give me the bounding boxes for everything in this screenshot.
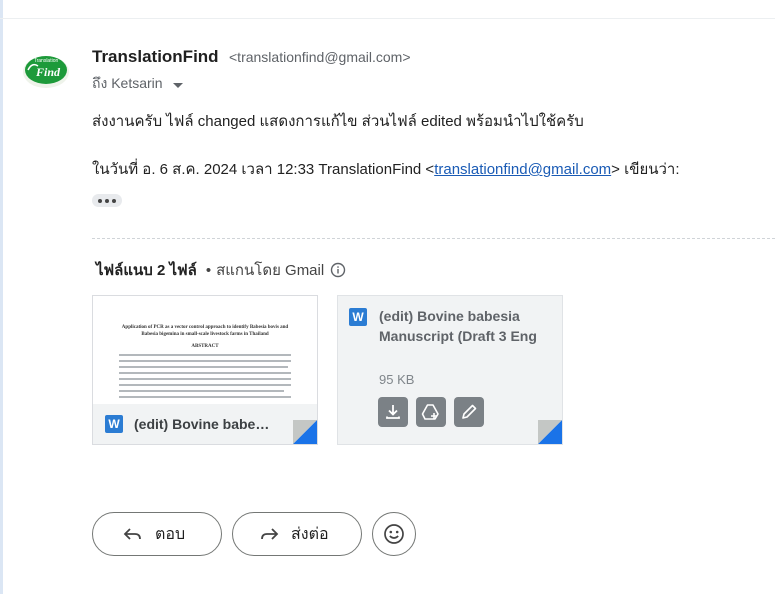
page-fold-icon: [538, 420, 562, 444]
preview-text-lines: [119, 354, 291, 402]
quote-email-link[interactable]: translationfind@gmail.com: [434, 161, 611, 178]
dot-icon: [98, 198, 102, 203]
dot-icon: [105, 198, 109, 203]
attachment-card-hovered[interactable]: W (edit) Bovine babesia Manuscript (Draf…: [337, 295, 563, 445]
recipient-label: ถึง Ketsarin: [92, 75, 163, 91]
show-trimmed-content-button[interactable]: [92, 194, 122, 207]
info-icon[interactable]: [330, 262, 346, 278]
word-file-icon: W: [105, 415, 123, 433]
attachments-divider: [92, 238, 775, 239]
smiley-icon: [384, 524, 404, 544]
download-icon: [386, 405, 400, 419]
drive-add-icon: [421, 404, 439, 420]
edit-button[interactable]: [454, 397, 484, 427]
word-file-icon: W: [349, 308, 367, 326]
reply-button[interactable]: ตอบ: [92, 512, 222, 556]
quote-prefix: ในวันที่ อ. 6 ส.ค. 2024 เวลา 12:33 Trans…: [92, 161, 435, 178]
left-edge: [0, 0, 3, 594]
attachments-count: ไฟล์แนบ 2 ไฟล์: [96, 262, 197, 279]
add-to-drive-button[interactable]: [416, 397, 446, 427]
pencil-icon: [462, 404, 477, 419]
caret-down-icon: [172, 82, 183, 88]
reply-icon: [123, 528, 141, 540]
avatar-text-top: Translation: [34, 58, 59, 64]
attachment-name: (edit) Bovine babesia Manuscript (Draft …: [379, 308, 537, 344]
attachment-footer: W (edit) Bovine babesia Manuscript (Draf…: [93, 404, 317, 444]
recipient-details-toggle[interactable]: ถึง Ketsarin: [92, 73, 183, 95]
reply-label: ตอบ: [155, 525, 186, 543]
quote-suffix: > เขียนว่า:: [611, 161, 680, 178]
preview-heading: ABSTRACT: [191, 344, 219, 349]
top-divider: [0, 18, 775, 19]
page-fold-icon: [293, 420, 317, 444]
sender-email: <translationfind@gmail.com>: [229, 49, 411, 65]
attachment-size: 95 KB: [379, 372, 415, 387]
attachment-actions: [378, 397, 484, 427]
forward-button[interactable]: ส่งต่อ: [232, 512, 362, 556]
scan-label: สแกนโดย Gmail: [216, 262, 325, 279]
attachment-card[interactable]: Application of PCR as a vector control a…: [92, 295, 318, 445]
forward-label: ส่งต่อ: [291, 525, 329, 543]
quote-header: ในวันที่ อ. 6 ส.ค. 2024 เวลา 12:33 Trans…: [92, 157, 680, 181]
avatar[interactable]: Translation Find: [22, 50, 70, 90]
dot-icon: [112, 198, 116, 203]
forward-icon: [261, 528, 279, 540]
document-preview: Application of PCR as a vector control a…: [93, 296, 317, 404]
avatar-text-main: Find: [35, 65, 61, 79]
separator-dot: •: [205, 261, 212, 279]
download-button[interactable]: [378, 397, 408, 427]
message-body: ส่งงานครับ ไฟล์ changed แสดงการแก้ไข ส่ว…: [92, 113, 584, 130]
attachments-header: ไฟล์แนบ 2 ไฟล์ • สแกนโดย Gmail: [96, 258, 346, 282]
emoji-reaction-button[interactable]: [372, 512, 416, 556]
preview-title: Application of PCR as a vector control a…: [121, 325, 289, 337]
sender-name[interactable]: TranslationFind: [92, 47, 219, 67]
attachment-name: (edit) Bovine babesia Manuscript (Draft …: [134, 416, 274, 432]
